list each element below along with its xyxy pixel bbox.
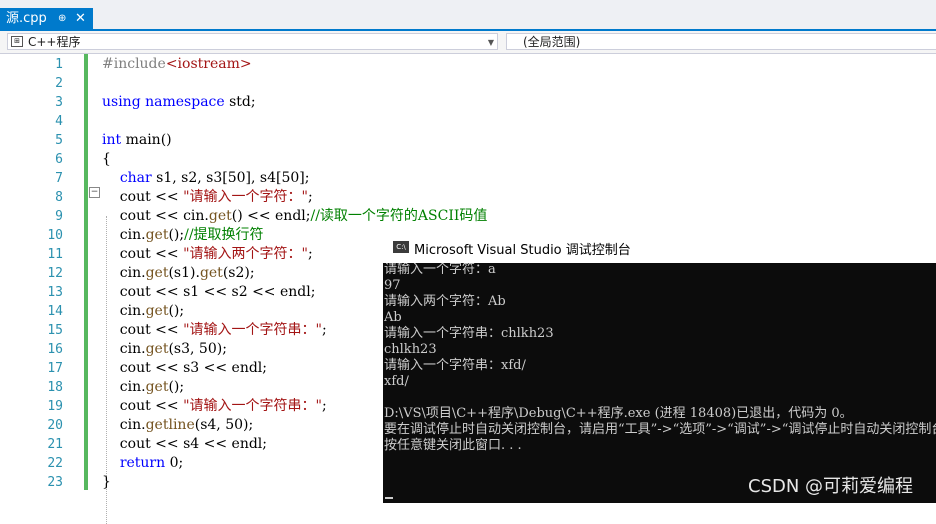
line-number: 20 (47, 418, 63, 433)
code-line[interactable]: cin.get(); (102, 302, 184, 321)
project-icon: ⊞ (11, 36, 23, 47)
console-line: D:\VS\项目\C++程序\Debug\C++程序.exe (进程 18408… (384, 406, 853, 421)
console-line: 请输入两个字符：Ab (384, 294, 506, 309)
line-number: 16 (47, 342, 63, 357)
console-line: 请输入一个字符串：chlkh23 (384, 326, 554, 341)
collapse-toggle-icon[interactable]: − (89, 187, 100, 198)
line-number: 4 (55, 114, 63, 129)
console-line: 97 (384, 278, 401, 293)
line-number: 19 (47, 399, 63, 414)
code-line[interactable]: cout << s4 << endl; (102, 435, 267, 454)
line-number: 14 (47, 304, 63, 319)
code-line[interactable]: using namespace std; (102, 93, 256, 112)
console-title: Microsoft Visual Studio 调试控制台 (414, 243, 631, 258)
code-line[interactable]: cin.get();//提取换行符 (102, 226, 264, 245)
console-title-bar[interactable]: C:\ Microsoft Visual Studio 调试控制台 (383, 232, 936, 263)
code-line[interactable]: return 0; (102, 454, 183, 473)
console-line: Ab (384, 310, 402, 325)
line-number: 8 (55, 190, 63, 205)
change-indicator-bar (84, 54, 88, 490)
line-number: 9 (55, 209, 63, 224)
line-number: 6 (55, 152, 63, 167)
line-number: 3 (55, 95, 63, 110)
document-tab-strip: 源.cpp ⊕ ✕ (0, 0, 936, 31)
code-line[interactable]: { (102, 150, 111, 169)
pin-icon[interactable]: ⊕ (58, 8, 66, 30)
code-line[interactable]: } (102, 473, 111, 492)
code-line[interactable]: cout << "请输入两个字符："; (102, 245, 313, 264)
code-line[interactable]: cout << s1 << s2 << endl; (102, 283, 316, 302)
console-line: 请输入一个字符：a (384, 263, 496, 277)
code-line[interactable]: cin.get(s3, 50); (102, 340, 227, 359)
tab-source-cpp[interactable]: 源.cpp ⊕ ✕ (0, 8, 93, 30)
console-output[interactable]: 请输入一个字符：a 97 请输入两个字符：Ab Ab 请输入一个字符串：chlkh23 c… (384, 263, 936, 503)
debug-console-window[interactable]: C:\ Microsoft Visual Studio 调试控制台 请输入一个字… (383, 232, 936, 503)
console-line: 请输入一个字符串：xfd/ (384, 358, 526, 373)
code-line[interactable]: cout << "请输入一个字符串："; (102, 397, 327, 416)
project-dropdown[interactable]: ⊞ C++程序 ▼ (7, 33, 498, 50)
navigation-bar: ⊞ C++程序 ▼ (全局范围) (0, 31, 936, 54)
code-line[interactable]: cout << "请输入一个字符串："; (102, 321, 327, 340)
code-line[interactable]: cin.getline(s4, 50); (102, 416, 253, 435)
code-line[interactable]: cout << "请输入一个字符："; (102, 188, 313, 207)
code-line[interactable]: cin.get(); (102, 378, 184, 397)
chevron-down-icon[interactable]: ▼ (488, 34, 494, 51)
code-line[interactable]: cout << cin.get() << endl;//读取一个字符的ASCII… (102, 207, 488, 226)
code-line[interactable]: cin.get(s1).get(s2); (102, 264, 255, 283)
line-number: 13 (47, 285, 63, 300)
watermark: CSDN @可莉爱编程 (748, 476, 914, 497)
tab-label: 源.cpp (6, 11, 47, 26)
console-line: xfd/ (384, 374, 409, 389)
close-icon[interactable]: ✕ (75, 8, 86, 30)
line-number: 18 (47, 380, 63, 395)
line-number: 15 (47, 323, 63, 338)
line-number: 23 (47, 475, 63, 490)
code-line[interactable]: cout << s3 << endl; (102, 359, 267, 378)
line-number: 17 (47, 361, 63, 376)
scope-label: (全局范围) (523, 35, 581, 49)
code-line[interactable]: char s1, s2, s3[50], s4[50]; (102, 169, 310, 188)
console-app-icon: C:\ (393, 241, 409, 253)
scope-dropdown[interactable]: (全局范围) (506, 33, 936, 50)
line-number: 7 (55, 171, 63, 186)
line-number: 22 (47, 456, 63, 471)
line-number: 21 (47, 437, 63, 452)
console-line: 要在调试停止时自动关闭控制台，请启用“工具”->“选项”->“调试”->“调试停… (384, 422, 936, 437)
line-number: 5 (55, 133, 63, 148)
project-label: C++程序 (28, 35, 81, 49)
console-line: 按任意键关闭此窗口. . . (384, 438, 522, 453)
line-number: 1 (55, 57, 63, 72)
console-line: chlkh23 (384, 342, 437, 357)
console-cursor (385, 497, 393, 499)
line-number: 11 (47, 247, 63, 262)
line-number: 12 (47, 266, 63, 281)
code-line[interactable]: #include<iostream> (102, 55, 252, 74)
code-line[interactable]: int main() (102, 131, 172, 150)
line-number: 2 (55, 76, 63, 91)
line-number: 10 (47, 228, 63, 243)
